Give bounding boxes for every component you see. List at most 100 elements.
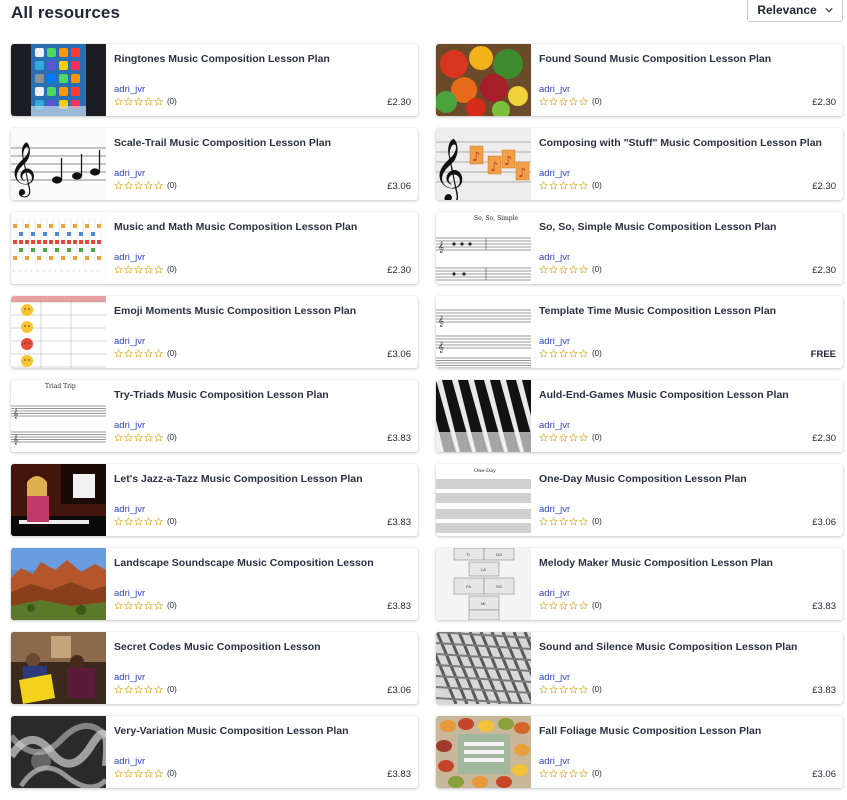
star-outline-icon	[569, 181, 578, 190]
resource-thumbnail[interactable]: 𝄞	[11, 128, 106, 200]
author-link[interactable]: adri_jvr	[539, 588, 570, 599]
resource-title[interactable]: Very-Variation Music Composition Lesson …	[114, 725, 410, 737]
resource-title[interactable]: Music and Math Music Composition Lesson …	[114, 221, 410, 233]
rating: (0)	[539, 601, 602, 610]
resource-thumbnail[interactable]	[11, 464, 106, 536]
resource-thumbnail[interactable]: Triad Trip 𝄞 𝄞	[11, 380, 106, 452]
resource-card[interactable]: Ringtones Music Composition Lesson Plan …	[11, 44, 418, 116]
author-link[interactable]: adri_jvr	[539, 756, 570, 767]
author-link[interactable]: adri_jvr	[539, 168, 570, 179]
resource-card[interactable]: TI DO LA FA SO MI Melody Maker Music Composit…	[436, 548, 843, 620]
author-link[interactable]: adri_jvr	[539, 672, 570, 683]
page-title: All resources	[11, 3, 121, 22]
resource-card[interactable]: Found Sound Music Composition Lesson Pla…	[436, 44, 843, 116]
author-link[interactable]: adri_jvr	[114, 420, 145, 431]
resource-title[interactable]: Composing with "Stuff" Music Composition…	[539, 137, 835, 149]
resource-title[interactable]: Let's Jazz-a-Tazz Music Composition Less…	[114, 473, 410, 485]
resource-thumbnail[interactable]	[436, 380, 531, 452]
author-link[interactable]: adri_jvr	[539, 504, 570, 515]
author-link[interactable]: adri_jvr	[539, 252, 570, 263]
svg-text::: :	[43, 268, 44, 273]
resource-title[interactable]: Try-Triads Music Composition Lesson Plan	[114, 389, 410, 401]
resource-title[interactable]: Sound and Silence Music Composition Less…	[539, 641, 835, 653]
resource-thumbnail[interactable]	[11, 548, 106, 620]
star-outline-icon	[549, 601, 558, 610]
resource-card[interactable]: Landscape Soundscape Music Composition L…	[11, 548, 418, 620]
author-link[interactable]: adri_jvr	[539, 420, 570, 431]
rating: (0)	[114, 265, 177, 274]
author-link[interactable]: adri_jvr	[114, 84, 145, 95]
resource-card[interactable]: One-Day One-Day Music Composition Lesson…	[436, 464, 843, 536]
star-outline-icon	[144, 685, 153, 694]
resource-card[interactable]: Fall Foliage Music Composition Lesson Pl…	[436, 716, 843, 788]
rating: (0)	[539, 265, 602, 274]
resource-card[interactable]: Auld-End-Games Music Composition Lesson …	[436, 380, 843, 452]
resource-thumbnail[interactable]: 𝄞 ♪ ♪ ♪ ♪	[436, 128, 531, 200]
resource-card[interactable]: 𝄞 ♪ ♪ ♪ ♪ Composing with "Stuff" Music Compo…	[436, 128, 843, 200]
resource-card[interactable]: So, So, Simple 𝄞 So, So, Simple Music Com…	[436, 212, 843, 284]
star-outline-icon	[154, 601, 163, 610]
resource-thumbnail[interactable]	[11, 716, 106, 788]
resource-thumbnail[interactable]: 𝄞 𝄞	[436, 296, 531, 368]
resource-thumbnail[interactable]	[436, 44, 531, 116]
resource-card[interactable]: 𝄞 𝄞 Template Time Music Composition Lesso…	[436, 296, 843, 368]
author-link[interactable]: adri_jvr	[539, 84, 570, 95]
sort-dropdown[interactable]: Relevance	[747, 0, 843, 22]
resource-title[interactable]: Secret Codes Music Composition Lesson	[114, 641, 410, 653]
resource-title[interactable]: Template Time Music Composition Lesson P…	[539, 305, 835, 317]
star-outline-icon	[114, 433, 123, 442]
svg-text:MI: MI	[481, 601, 485, 606]
star-outline-icon	[134, 601, 143, 610]
resource-thumbnail[interactable]: TI DO LA FA SO MI	[436, 548, 531, 620]
resource-thumbnail[interactable]	[11, 632, 106, 704]
resource-title[interactable]: Landscape Soundscape Music Composition L…	[114, 557, 410, 569]
star-outline-icon	[124, 601, 133, 610]
resource-thumbnail[interactable]: :::::::::::::::	[11, 212, 106, 284]
author-link[interactable]: adri_jvr	[114, 756, 145, 767]
resource-card[interactable]: ::::::::::::::: Music and Math Music Com…	[11, 212, 418, 284]
resource-title[interactable]: Scale-Trail Music Composition Lesson Pla…	[114, 137, 410, 149]
resource-title[interactable]: Emoji Moments Music Composition Lesson P…	[114, 305, 410, 317]
resource-card[interactable]: Sound and Silence Music Composition Less…	[436, 632, 843, 704]
resource-card[interactable]: 𝄞 Scale-Trail Music Composition Lesson P…	[11, 128, 418, 200]
resource-title[interactable]: Melody Maker Music Composition Lesson Pl…	[539, 557, 835, 569]
resource-title[interactable]: One-Day Music Composition Lesson Plan	[539, 473, 835, 485]
star-outline-icon	[539, 601, 548, 610]
author-link[interactable]: adri_jvr	[114, 672, 145, 683]
author-link[interactable]: adri_jvr	[114, 252, 145, 263]
resource-thumbnail[interactable]: One-Day	[436, 464, 531, 536]
resource-card[interactable]: Emoji Moments Music Composition Lesson P…	[11, 296, 418, 368]
price: £3.06	[387, 349, 411, 360]
resource-card[interactable]: Very-Variation Music Composition Lesson …	[11, 716, 418, 788]
resource-thumbnail[interactable]: So, So, Simple 𝄞	[436, 212, 531, 284]
resource-thumbnail[interactable]	[436, 716, 531, 788]
resource-title[interactable]: Ringtones Music Composition Lesson Plan	[114, 53, 410, 65]
resource-title[interactable]: Found Sound Music Composition Lesson Pla…	[539, 53, 835, 65]
resource-title[interactable]: Fall Foliage Music Composition Lesson Pl…	[539, 725, 835, 737]
resource-title[interactable]: So, So, Simple Music Composition Lesson …	[539, 221, 835, 233]
star-outline-icon	[124, 769, 133, 778]
author-link[interactable]: adri_jvr	[114, 588, 145, 599]
rating-count: (0)	[167, 97, 177, 106]
author-link[interactable]: adri_jvr	[539, 336, 570, 347]
author-link[interactable]: adri_jvr	[114, 504, 145, 515]
star-outline-icon	[134, 265, 143, 274]
star-outline-icon	[559, 685, 568, 694]
resource-thumbnail[interactable]	[11, 296, 106, 368]
resource-thumbnail[interactable]	[11, 44, 106, 116]
resource-card[interactable]: Let's Jazz-a-Tazz Music Composition Less…	[11, 464, 418, 536]
resource-card[interactable]: Triad Trip 𝄞 𝄞 Try-Triads Music Compositio…	[11, 380, 418, 452]
author-link[interactable]: adri_jvr	[114, 168, 145, 179]
thumb-caption: Triad Trip	[45, 383, 76, 390]
svg-text::: :	[37, 268, 38, 273]
author-link[interactable]: adri_jvr	[114, 336, 145, 347]
svg-text:TI: TI	[466, 552, 470, 557]
resource-title[interactable]: Auld-End-Games Music Composition Lesson …	[539, 389, 835, 401]
resource-thumbnail[interactable]	[436, 632, 531, 704]
rating: (0)	[539, 349, 602, 358]
resource-card[interactable]: Secret Codes Music Composition Lesson ad…	[11, 632, 418, 704]
star-outline-icon	[579, 601, 588, 610]
rating: (0)	[114, 685, 177, 694]
star-outline-icon	[124, 517, 133, 526]
star-outline-icon	[559, 433, 568, 442]
